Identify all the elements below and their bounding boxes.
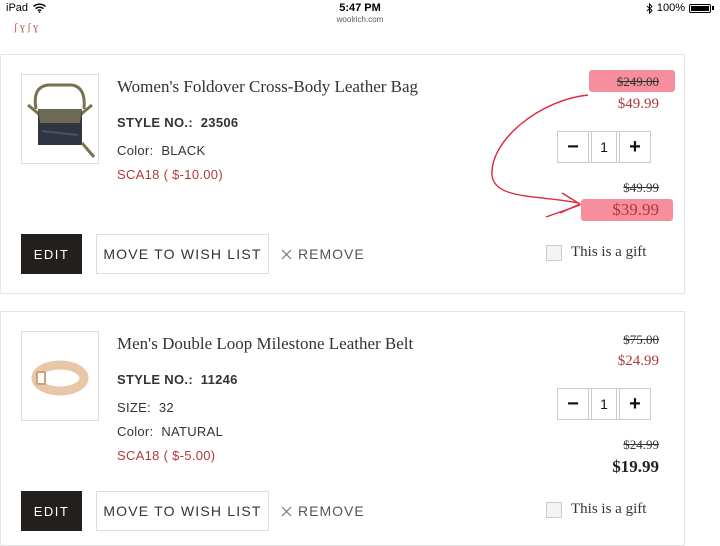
color-attribute: Color: BLACK <box>117 143 205 158</box>
gift-label: This is a gift <box>571 244 647 260</box>
remove-button[interactable]: REMOVE <box>281 491 365 531</box>
subtotal-final: $39.99 <box>612 200 659 219</box>
style-value: 23506 <box>200 115 239 130</box>
status-bar: iPad 5:47 PM woolrich.com 100% <box>0 0 720 26</box>
gift-label: This is a gift <box>571 501 647 517</box>
color-value: NATURAL <box>161 424 224 439</box>
subtotal-original: $49.99 <box>623 180 659 195</box>
product-image-belt[interactable] <box>21 331 99 421</box>
remove-button[interactable]: REMOVE <box>281 234 365 274</box>
original-price: $249.00 <box>616 74 659 89</box>
style-label: STYLE NO.: <box>117 115 193 130</box>
edit-button[interactable]: EDIT <box>21 491 82 531</box>
clock: 5:47 PM <box>339 2 381 14</box>
increase-quantity-button[interactable]: + <box>619 388 651 420</box>
original-price: $75.00 <box>623 332 659 347</box>
sale-price: $49.99 <box>617 96 659 112</box>
status-right: 100% <box>646 2 714 14</box>
remove-label: REMOVE <box>298 503 365 519</box>
subtotal-original: $24.99 <box>623 437 659 452</box>
promo-discount: SCA18 ( $-5.00) <box>117 448 216 463</box>
belt-illustration <box>31 360 89 396</box>
quantity-stepper: − 1 + <box>557 131 651 163</box>
increase-quantity-button[interactable]: + <box>619 131 651 163</box>
subtotal-final: $19.99 <box>612 457 659 476</box>
cropped-content-edge: ʃ ɣ ʃ ɣ <box>14 22 39 33</box>
remove-label: REMOVE <box>298 246 365 262</box>
address-bar[interactable]: woolrich.com <box>0 15 720 24</box>
battery-percent: 100% <box>656 2 685 14</box>
size-value: 32 <box>158 400 174 415</box>
battery-icon <box>689 3 711 13</box>
cart-item-card: Men's Double Loop Milestone Leather Belt… <box>0 311 685 546</box>
gift-option[interactable]: This is a gift <box>546 244 646 261</box>
sale-price: $24.99 <box>617 353 659 369</box>
quantity-stepper: − 1 + <box>557 388 651 420</box>
color-value: BLACK <box>161 143 206 158</box>
quantity-field[interactable]: 1 <box>589 388 619 420</box>
size-label: SIZE: <box>117 400 152 415</box>
product-image-bag[interactable] <box>21 74 99 164</box>
bag-illustration <box>27 83 96 158</box>
product-name[interactable]: Men's Double Loop Milestone Leather Belt <box>117 334 413 354</box>
quantity-value: 1 <box>591 132 617 162</box>
decrease-quantity-button[interactable]: − <box>557 131 589 163</box>
decrease-quantity-button[interactable]: − <box>557 388 589 420</box>
product-name[interactable]: Women's Foldover Cross-Body Leather Bag <box>117 77 418 97</box>
gift-option[interactable]: This is a gift <box>546 501 646 518</box>
quantity-value: 1 <box>591 389 617 419</box>
color-label: Color: <box>117 424 154 439</box>
style-number: STYLE NO.: 11246 <box>117 372 238 387</box>
bluetooth-icon <box>646 2 653 14</box>
battery-tip <box>712 6 714 10</box>
color-attribute: Color: NATURAL <box>117 424 223 439</box>
style-value: 11246 <box>200 372 238 387</box>
gift-checkbox[interactable] <box>546 501 562 518</box>
quantity-field[interactable]: 1 <box>589 131 619 163</box>
close-icon <box>281 249 292 259</box>
cart-item-card: Women's Foldover Cross-Body Leather Bag … <box>0 54 685 294</box>
edit-button[interactable]: EDIT <box>21 234 82 274</box>
style-number: STYLE NO.: 23506 <box>117 115 238 130</box>
close-icon <box>281 506 292 516</box>
size-attribute: SIZE: 32 <box>117 400 174 415</box>
move-to-wishlist-button[interactable]: MOVE TO WISH LIST <box>96 491 269 531</box>
style-label: STYLE NO.: <box>117 372 193 387</box>
promo-discount: SCA18 ( $-10.00) <box>117 167 223 182</box>
move-to-wishlist-button[interactable]: MOVE TO WISH LIST <box>96 234 269 274</box>
gift-checkbox[interactable] <box>546 244 562 261</box>
color-label: Color: <box>117 143 154 158</box>
